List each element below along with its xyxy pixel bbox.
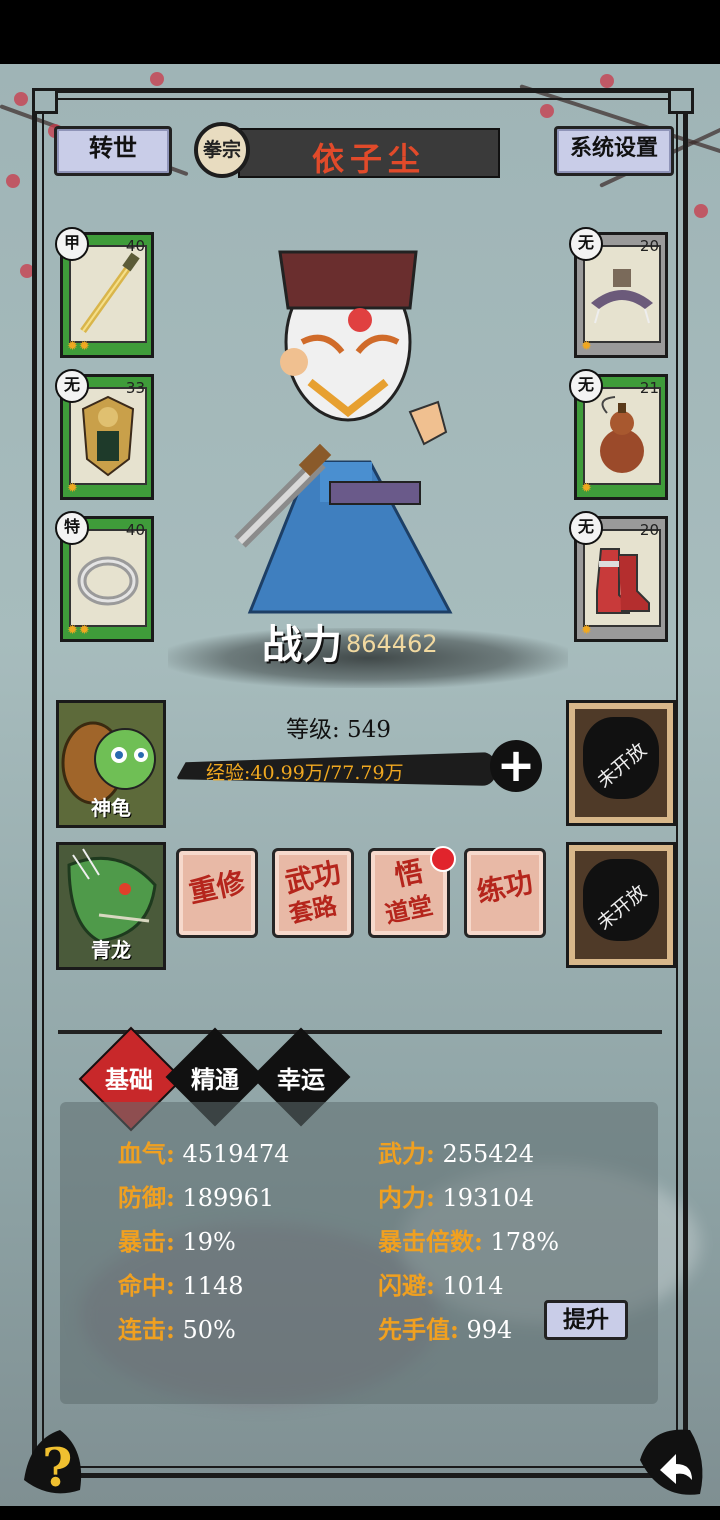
equip-level: 21 — [639, 379, 659, 397]
equip-level: 20 — [639, 237, 659, 255]
equip-type-tag: 无 — [569, 511, 603, 545]
equip-stars: ✹✹ — [67, 623, 91, 638]
stat-attack: 武力: 255424 — [378, 1139, 535, 1168]
stat-dodge: 闪避: 1014 — [378, 1271, 504, 1300]
help-icon: ? — [42, 1438, 72, 1499]
equip-slot-ring[interactable]: 特 40 ✹✹ — [55, 511, 154, 642]
add-exp-button[interactable]: + — [490, 740, 542, 792]
stat-crit-multiplier: 暴击倍数: 178% — [378, 1227, 560, 1256]
frame-corner — [668, 88, 694, 114]
pet-name: 神龟 — [91, 796, 131, 820]
stat-crit: 暴击: 19% — [118, 1227, 236, 1256]
equip-stars: ✹ — [67, 481, 79, 496]
equip-slot-armor[interactable]: 无 33 ✹ — [55, 369, 154, 500]
equip-type-tag: 无 — [569, 369, 603, 403]
stat-initiative: 先手值: 994 — [378, 1315, 513, 1344]
equip-stars: ✹✹ — [67, 339, 91, 354]
power-value: 864462 — [346, 630, 438, 658]
tab-basic[interactable]: 基础 — [84, 1060, 174, 1095]
school-badge: 拳宗 — [194, 122, 250, 178]
pet-slot-dragon[interactable]: 青龙 — [56, 842, 166, 970]
back-button[interactable] — [630, 1420, 710, 1500]
ring-icon — [69, 529, 147, 627]
stat-inner-power: 内力: 193104 — [378, 1183, 535, 1212]
equip-type-tag: 无 — [569, 227, 603, 261]
bottom-edge — [0, 1506, 720, 1520]
raise-button[interactable]: 提升 — [544, 1300, 628, 1340]
martial-routine-button[interactable]: 武功 套路 — [272, 848, 354, 938]
exp-text: 经验:40.99万/77.79万 — [206, 762, 404, 784]
armor-icon — [69, 387, 147, 485]
locked-slot-1[interactable]: 未开放 — [566, 700, 676, 826]
equip-type-tag: 特 — [55, 511, 89, 545]
back-arrow-icon — [640, 1429, 703, 1495]
pet-name: 青龙 — [91, 938, 131, 962]
rebuild-label: 重修 — [186, 865, 248, 910]
train-label: 练功 — [474, 865, 536, 910]
stat-combo: 连击: 50% — [118, 1315, 236, 1344]
help-button[interactable]: ? — [20, 1420, 90, 1500]
hero-character-image — [210, 212, 480, 632]
equip-type-tag: 无 — [55, 369, 89, 403]
equip-stars: ✹ — [581, 339, 593, 354]
sword-icon — [69, 245, 147, 343]
equip-slot-boots[interactable]: 无 20 ✹ — [569, 511, 668, 642]
equip-stars: ✹ — [581, 481, 593, 496]
equip-slot-gourd[interactable]: 无 21 ✹ — [569, 369, 668, 500]
status-bar-area — [0, 0, 720, 64]
player-name: 依子尘 — [311, 140, 426, 178]
level-text: 等级: 549 — [286, 717, 391, 743]
equip-level: 40 — [125, 521, 145, 539]
locked-slot-2[interactable]: 未开放 — [566, 842, 676, 968]
notification-dot — [430, 846, 456, 872]
frame-corner — [32, 88, 58, 114]
rebuild-button[interactable]: 重修 — [176, 848, 258, 938]
reincarnate-button[interactable]: 转世 — [54, 126, 172, 176]
player-name-bar: 依子尘 — [238, 128, 500, 178]
pet-slot-turtle[interactable]: 神龟 — [56, 700, 166, 828]
boots-icon — [583, 529, 661, 627]
equip-slot-weapon[interactable]: 甲 40 ✹✹ — [55, 227, 154, 358]
equip-slot-hat[interactable]: 无 20 ✹ — [569, 227, 668, 358]
equip-level: 20 — [639, 521, 659, 539]
power-label: 战力 — [262, 621, 342, 668]
equip-type-tag: 甲 — [55, 227, 89, 261]
gourd-icon — [583, 387, 661, 485]
train-button[interactable]: 练功 — [464, 848, 546, 938]
stat-defense: 防御: 189961 — [118, 1183, 275, 1212]
settings-button[interactable]: 系统设置 — [554, 126, 674, 176]
tab-luck[interactable]: 幸运 — [256, 1060, 346, 1095]
section-divider — [58, 1030, 662, 1034]
equip-level: 33 — [125, 379, 145, 397]
tab-mastery[interactable]: 精通 — [170, 1060, 260, 1095]
equip-stars: ✹ — [581, 623, 593, 638]
stat-hit: 命中: 1148 — [118, 1271, 244, 1300]
stat-hp: 血气: 4519474 — [118, 1139, 290, 1168]
hat-icon — [583, 245, 661, 343]
equip-level: 40 — [125, 237, 145, 255]
